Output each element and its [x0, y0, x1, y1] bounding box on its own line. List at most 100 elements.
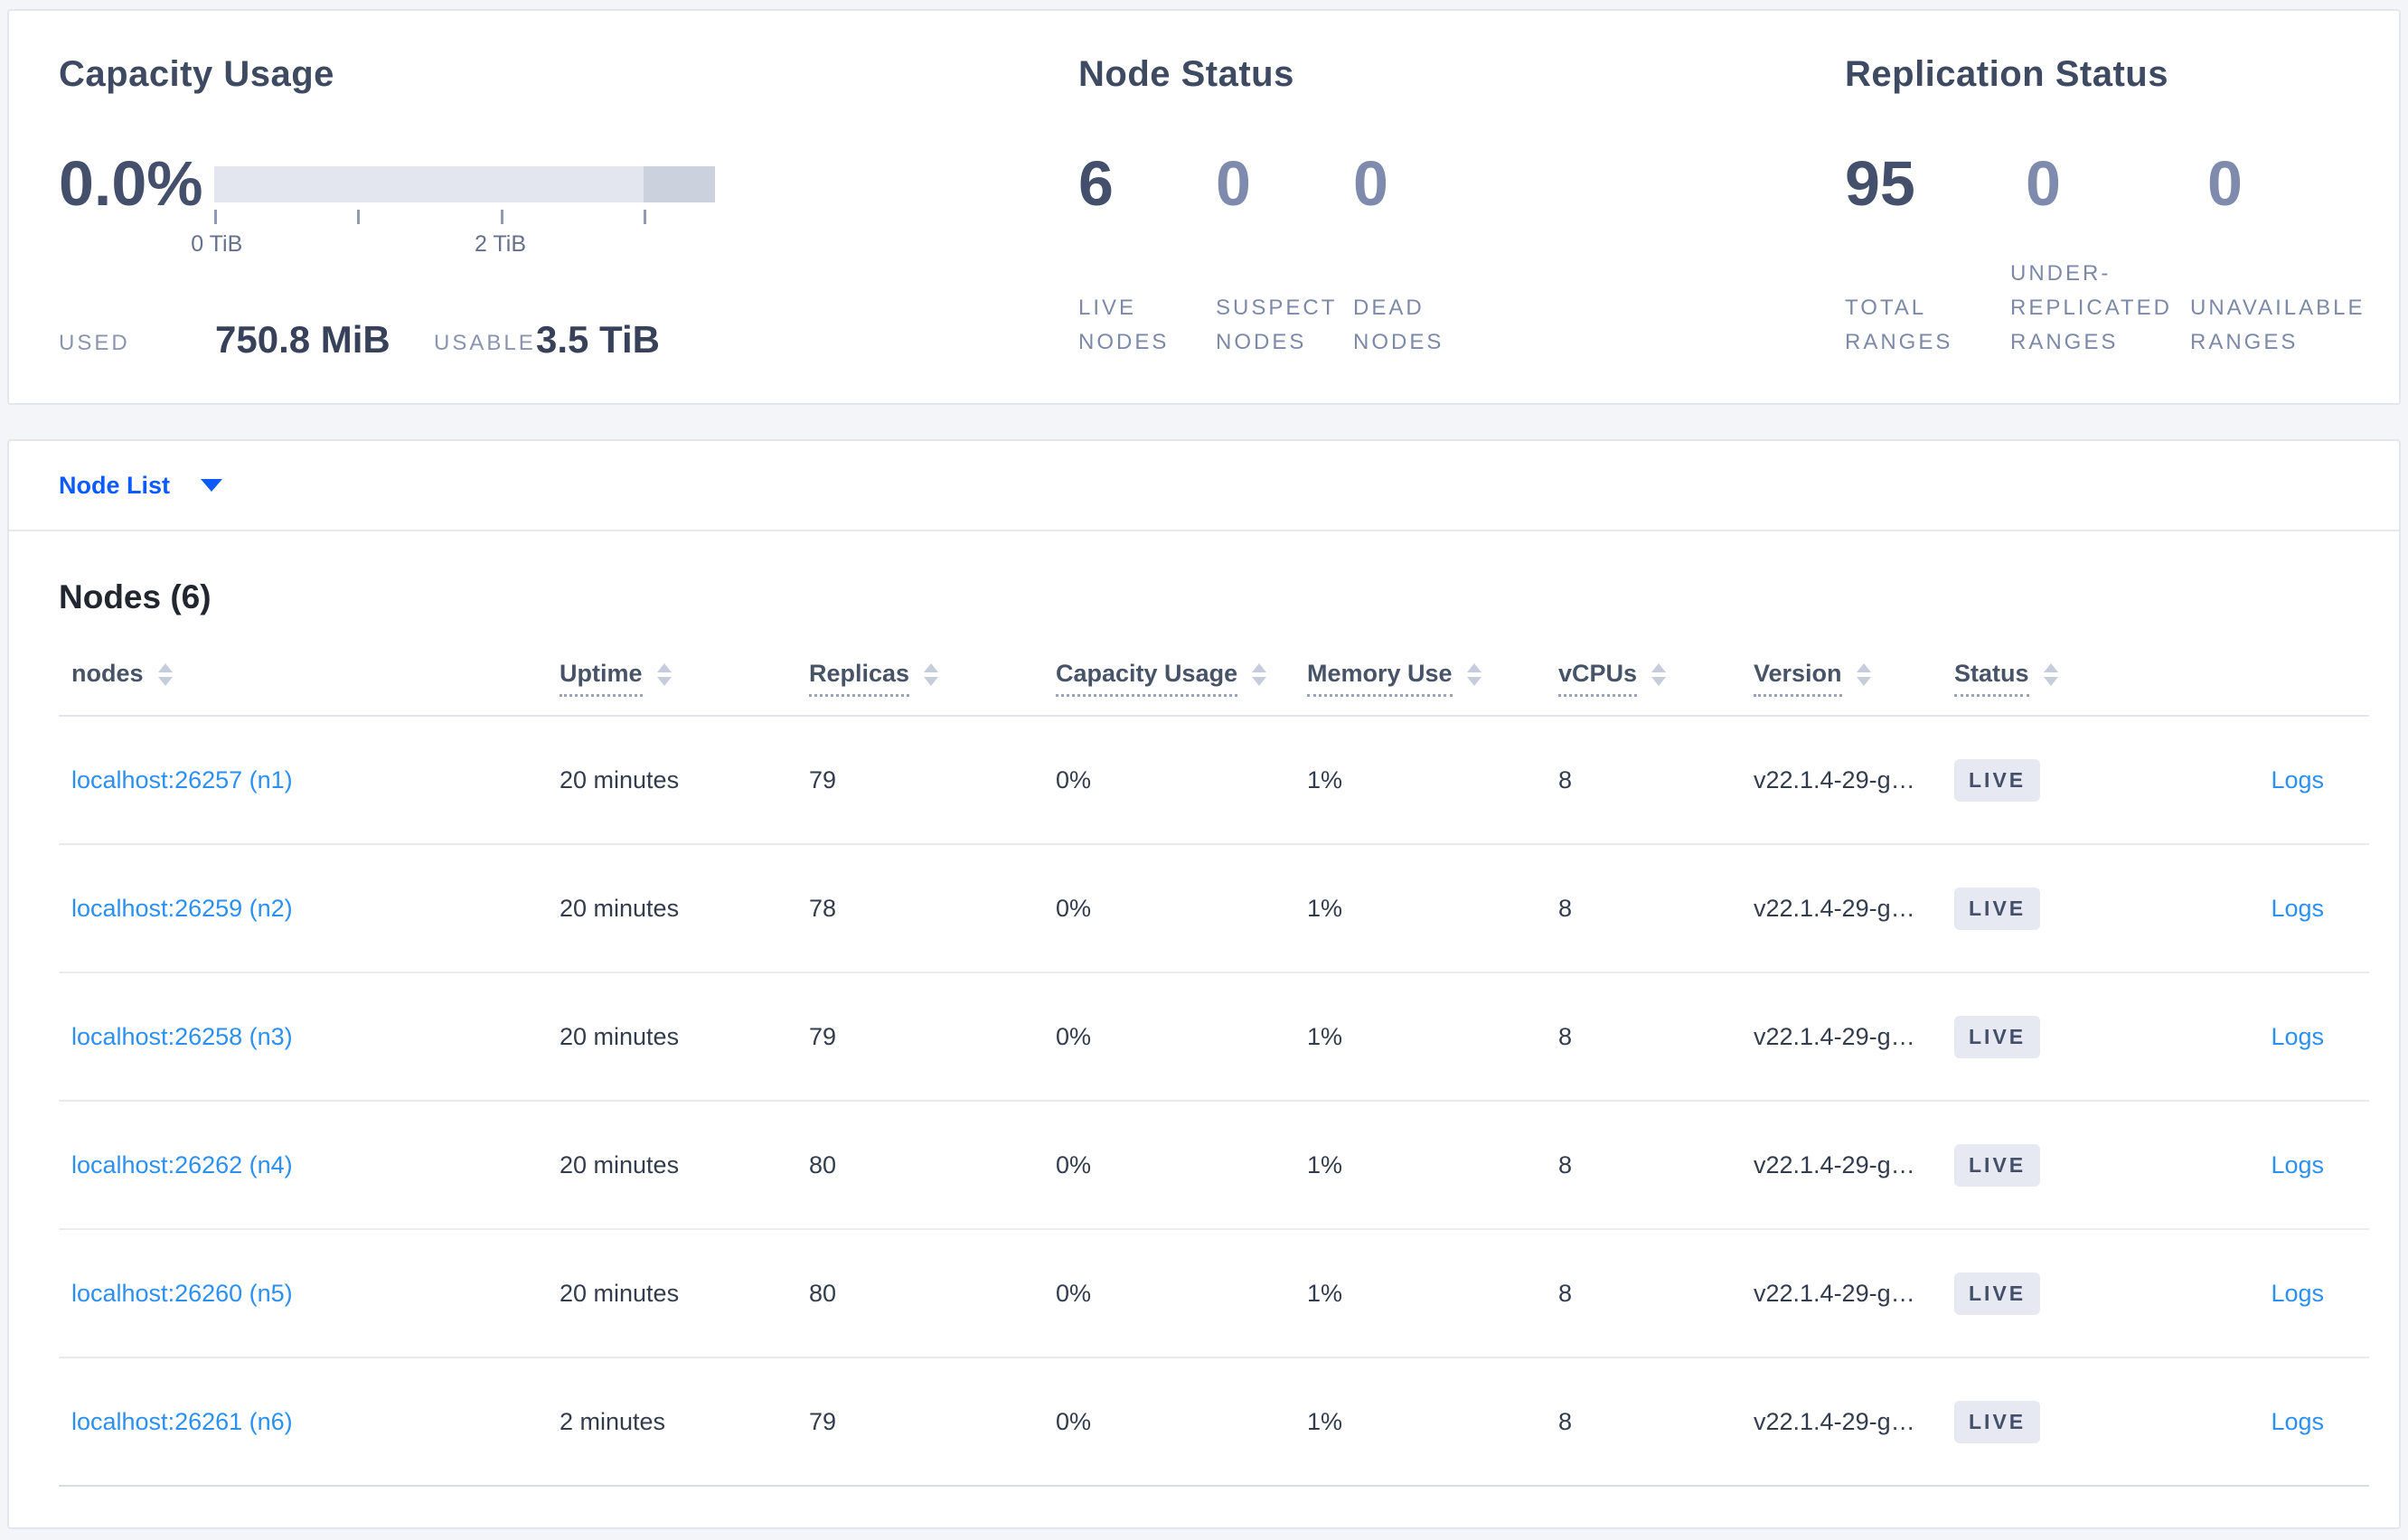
- column-header-nodes[interactable]: nodes: [71, 660, 144, 687]
- axis-tick: [357, 210, 361, 224]
- node-link[interactable]: localhost:26257 (n1): [71, 766, 293, 793]
- uptime-cell: 20 minutes: [560, 972, 809, 1102]
- node-list-dropdown[interactable]: Node List: [9, 441, 2399, 531]
- live-nodes-label: LIVE NODES: [1078, 296, 1170, 354]
- nodes-table-section: Nodes (6) nodes Uptime Replicas Capacity…: [9, 578, 2399, 1487]
- node-link[interactable]: localhost:26259 (n2): [71, 895, 293, 922]
- suspect-nodes-value: 0: [1216, 148, 1251, 219]
- replicas-cell: 79: [809, 972, 1056, 1102]
- chevron-down-icon[interactable]: [201, 479, 223, 492]
- logs-link[interactable]: Logs: [2271, 1280, 2324, 1307]
- version-cell: v22.1.4-29-g…: [1754, 1229, 1954, 1358]
- replicas-cell: 79: [809, 716, 1056, 845]
- unavailable-ranges-value: 0: [2207, 148, 2243, 219]
- live-nodes-value: 6: [1078, 148, 1114, 219]
- node-link[interactable]: localhost:26261 (n6): [71, 1408, 293, 1435]
- node-link[interactable]: localhost:26262 (n4): [71, 1151, 293, 1178]
- node-status-title: Node Status: [1078, 54, 1294, 94]
- uptime-cell: 2 minutes: [560, 1357, 809, 1487]
- capacity-usage-title: Capacity Usage: [59, 54, 334, 94]
- logs-link[interactable]: Logs: [2271, 1151, 2324, 1178]
- column-header-capacity-usage[interactable]: Capacity Usage: [1056, 660, 1238, 697]
- axis-tick-label: 2 TiB: [475, 231, 527, 257]
- node-list-dropdown-label[interactable]: Node List: [59, 472, 170, 500]
- sort-icon[interactable]: [1252, 663, 1267, 687]
- under-replicated-ranges-label: UNDER- REPLICATED RANGES: [2010, 261, 2172, 354]
- replicas-cell: 80: [809, 1229, 1056, 1358]
- vcpus-cell: 8: [1558, 972, 1754, 1102]
- status-badge: LIVE: [1954, 1272, 2041, 1315]
- dead-nodes-label: DEAD NODES: [1353, 296, 1444, 354]
- status-badge: LIVE: [1954, 1143, 2041, 1187]
- replicas-cell: 78: [809, 844, 1056, 973]
- sort-icon[interactable]: [1466, 663, 1481, 687]
- replicas-cell: 80: [809, 1101, 1056, 1230]
- sort-icon[interactable]: [924, 663, 939, 687]
- capacity-cell: 0%: [1056, 1229, 1307, 1358]
- sort-icon[interactable]: [157, 663, 173, 687]
- total-ranges-value: 95: [1845, 148, 1915, 219]
- table-header-row: nodes Uptime Replicas Capacity Usage Mem…: [59, 616, 2369, 717]
- memory-cell: 1%: [1307, 1229, 1558, 1358]
- sort-icon[interactable]: [1651, 663, 1667, 687]
- axis-tick: [500, 210, 503, 224]
- usable-value: 3.5 TiB: [536, 318, 660, 361]
- column-header-version[interactable]: Version: [1754, 660, 1842, 697]
- node-link[interactable]: localhost:26258 (n3): [71, 1023, 293, 1050]
- under-replicated-ranges-value: 0: [2026, 148, 2061, 219]
- capacity-cell: 0%: [1056, 844, 1307, 973]
- uptime-cell: 20 minutes: [560, 716, 809, 845]
- table-row: localhost:26261 (n6) 2 minutes 79 0% 1% …: [59, 1357, 2369, 1487]
- capacity-gauge: 0 TiB 2 TiB: [191, 166, 715, 275]
- sort-icon[interactable]: [2043, 663, 2058, 687]
- vcpus-cell: 8: [1558, 1357, 1754, 1487]
- version-cell: v22.1.4-29-g…: [1754, 716, 1954, 845]
- vcpus-cell: 8: [1558, 1229, 1754, 1358]
- column-header-uptime[interactable]: Uptime: [560, 660, 643, 697]
- cluster-summary-panel: Capacity Usage 0.0% 0 TiB 2 TiB USED 750…: [7, 9, 2401, 405]
- status-badge: LIVE: [1954, 1015, 2041, 1058]
- used-label: USED: [59, 331, 130, 355]
- replicas-cell: 79: [809, 1357, 1056, 1487]
- version-cell: v22.1.4-29-g…: [1754, 972, 1954, 1102]
- logs-link[interactable]: Logs: [2271, 895, 2324, 922]
- uptime-cell: 20 minutes: [560, 844, 809, 973]
- axis-tick-label: 0 TiB: [191, 231, 243, 257]
- axis-tick: [214, 210, 217, 224]
- capacity-gauge-bar: [214, 166, 715, 202]
- memory-cell: 1%: [1307, 844, 1558, 973]
- column-header-status[interactable]: Status: [1954, 660, 2029, 697]
- table-row: localhost:26260 (n5) 20 minutes 80 0% 1%…: [59, 1229, 2369, 1358]
- node-list-panel: Node List Nodes (6) nodes Uptime Replica…: [7, 439, 2401, 1529]
- version-cell: v22.1.4-29-g…: [1754, 1101, 1954, 1230]
- capacity-cell: 0%: [1056, 972, 1307, 1102]
- vcpus-cell: 8: [1558, 1101, 1754, 1230]
- logs-link[interactable]: Logs: [2271, 766, 2324, 793]
- replication-status-title: Replication Status: [1845, 54, 2168, 94]
- capacity-percent-value: 0.0%: [59, 148, 203, 219]
- vcpus-cell: 8: [1558, 844, 1754, 973]
- usable-label: USABLE: [434, 331, 536, 355]
- sort-icon[interactable]: [656, 663, 672, 687]
- nodes-heading: Nodes (6): [59, 578, 212, 615]
- total-ranges-label: TOTAL RANGES: [1845, 296, 1953, 354]
- unavailable-ranges-label: UNAVAILABLE RANGES: [2190, 296, 2366, 354]
- memory-cell: 1%: [1307, 972, 1558, 1102]
- axis-tick: [643, 210, 646, 224]
- logs-link[interactable]: Logs: [2271, 1408, 2324, 1435]
- table-row: localhost:26258 (n3) 20 minutes 79 0% 1%…: [59, 972, 2369, 1102]
- capacity-cell: 0%: [1056, 1101, 1307, 1230]
- uptime-cell: 20 minutes: [560, 1229, 809, 1358]
- dead-nodes-value: 0: [1353, 148, 1388, 219]
- status-badge: LIVE: [1954, 758, 2041, 802]
- logs-link[interactable]: Logs: [2271, 1023, 2324, 1050]
- uptime-cell: 20 minutes: [560, 1101, 809, 1230]
- column-header-replicas[interactable]: Replicas: [809, 660, 910, 697]
- capacity-gauge-bar-tail: [643, 166, 715, 202]
- node-link[interactable]: localhost:26260 (n5): [71, 1280, 293, 1307]
- column-header-memory-use[interactable]: Memory Use: [1307, 660, 1453, 697]
- used-value: 750.8 MiB: [215, 318, 390, 361]
- column-header-vcpus[interactable]: vCPUs: [1558, 660, 1638, 697]
- nodes-table: nodes Uptime Replicas Capacity Usage Mem…: [59, 616, 2369, 1487]
- sort-icon[interactable]: [1856, 663, 1871, 687]
